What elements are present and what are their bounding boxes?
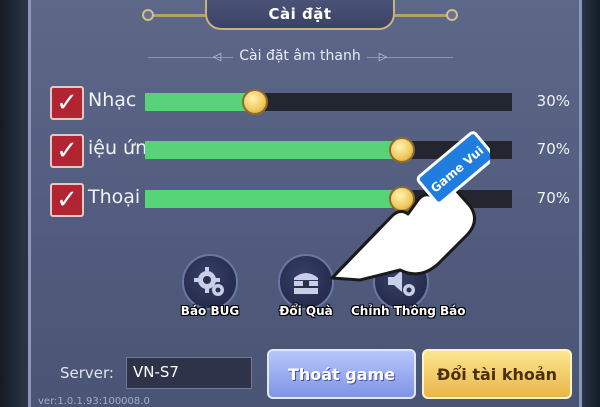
sound-section-header: ◁ Cài đặt âm thanh ▷ [200, 46, 400, 66]
version-text: ver:1.0.1.93:100008.0 [38, 396, 150, 407]
pointing-hand-icon: Game Vui [330, 131, 490, 282]
music-label: Nhạc [88, 89, 137, 111]
title-knob-right [446, 9, 458, 21]
notification-settings-label: Chỉnh Thông Báo [351, 304, 466, 318]
checkmark-icon: ✓ [56, 88, 78, 118]
effects-row: ✓ iệu ứng 70% [50, 134, 570, 168]
voice-checkbox[interactable]: ✓ [50, 183, 84, 217]
checkmark-icon: ✓ [56, 136, 78, 166]
checkmark-icon: ✓ [56, 185, 78, 215]
voice-label: Thoại [88, 186, 141, 208]
background-left [0, 0, 28, 407]
effects-value: 70% [536, 140, 570, 158]
music-slider[interactable] [145, 89, 512, 115]
gear-icon [182, 254, 238, 310]
dialog-title: Cài đặt [268, 5, 332, 23]
server-field[interactable]: VN-S7 [126, 357, 252, 389]
sound-section-title: Cài đặt âm thanh [233, 48, 367, 64]
title-plate: Cài đặt [205, 0, 395, 30]
report-bug-label: Báo BUG [180, 304, 240, 318]
exit-game-button[interactable]: Thoát game [267, 349, 416, 399]
redeem-gift-label: Đổi Quà [279, 304, 333, 318]
effects-checkbox[interactable]: ✓ [50, 134, 84, 168]
voice-row: ✓ Thoại 70% [50, 183, 570, 217]
ornament-icon: ▷ [378, 49, 388, 63]
voice-value: 70% [536, 189, 570, 207]
music-checkbox[interactable]: ✓ [50, 86, 84, 120]
ornament-icon: ◁ [212, 49, 222, 63]
title-ornament-left [150, 14, 206, 17]
title-ornament-right [394, 14, 450, 17]
background-right [582, 0, 600, 407]
server-label: Server: [60, 364, 114, 382]
music-slider-fill [145, 93, 256, 111]
report-bug-button[interactable]: Báo BUG [160, 254, 260, 318]
switch-account-button[interactable]: Đổi tài khoản [422, 349, 572, 399]
title-knob-left [142, 9, 154, 21]
music-row: ✓ Nhạc 30% [50, 86, 570, 120]
music-slider-thumb[interactable] [242, 89, 269, 115]
music-value: 30% [536, 92, 570, 110]
